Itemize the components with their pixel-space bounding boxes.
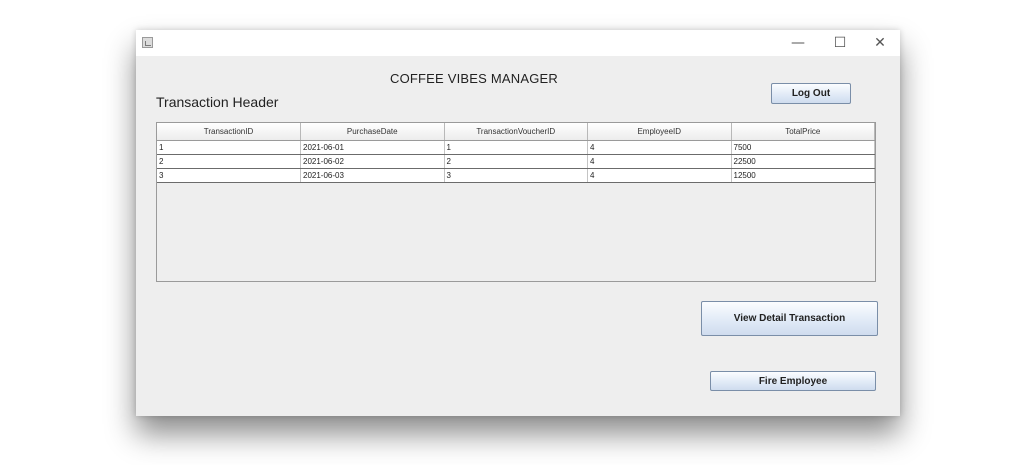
- cell-transactionid[interactable]: 2: [157, 154, 301, 169]
- cell-employeeid[interactable]: 4: [587, 154, 732, 169]
- cell-transactionvoucherid[interactable]: 1: [444, 140, 588, 155]
- app-window: — ☐ ✕ COFFEE VIBES MANAGER Transaction H…: [136, 30, 900, 416]
- java-app-icon: [142, 37, 153, 48]
- close-button[interactable]: ✕: [860, 30, 900, 56]
- table-row[interactable]: 2 2021-06-02 2 4 22500: [157, 154, 875, 169]
- view-detail-transaction-button[interactable]: View Detail Transaction: [701, 301, 878, 336]
- column-header-employeeid[interactable]: EmployeeID: [587, 123, 732, 141]
- column-header-transactionvoucherid[interactable]: TransactionVoucherID: [444, 123, 588, 141]
- cell-purchasedate[interactable]: 2021-06-02: [300, 154, 445, 169]
- table-row[interactable]: 1 2021-06-01 1 4 7500: [157, 140, 875, 155]
- cell-totalprice[interactable]: 7500: [731, 140, 875, 155]
- fire-employee-button[interactable]: Fire Employee: [710, 371, 876, 391]
- cell-purchasedate[interactable]: 2021-06-03: [300, 168, 445, 183]
- transaction-table: TransactionID PurchaseDate TransactionVo…: [157, 123, 875, 183]
- app-title: COFFEE VIBES MANAGER: [390, 71, 558, 86]
- section-title: Transaction Header: [156, 94, 279, 110]
- column-header-transactionid[interactable]: TransactionID: [157, 123, 301, 141]
- title-bar: — ☐ ✕: [136, 30, 900, 56]
- transaction-table-panel: TransactionID PurchaseDate TransactionVo…: [156, 122, 876, 282]
- cell-employeeid[interactable]: 4: [587, 168, 732, 183]
- cell-transactionvoucherid[interactable]: 2: [444, 154, 588, 169]
- cell-totalprice[interactable]: 12500: [731, 168, 875, 183]
- minimize-button[interactable]: —: [778, 30, 818, 56]
- table-row[interactable]: 3 2021-06-03 3 4 12500: [157, 168, 875, 183]
- cell-employeeid[interactable]: 4: [587, 140, 732, 155]
- cell-purchasedate[interactable]: 2021-06-01: [300, 140, 445, 155]
- cell-transactionid[interactable]: 1: [157, 140, 301, 155]
- maximize-button[interactable]: ☐: [820, 30, 860, 56]
- column-header-totalprice[interactable]: TotalPrice: [731, 123, 875, 141]
- cell-transactionid[interactable]: 3: [157, 168, 301, 183]
- table-header-row: TransactionID PurchaseDate TransactionVo…: [157, 123, 875, 141]
- column-header-purchasedate[interactable]: PurchaseDate: [300, 123, 445, 141]
- cell-transactionvoucherid[interactable]: 3: [444, 168, 588, 183]
- cell-totalprice[interactable]: 22500: [731, 154, 875, 169]
- logout-button[interactable]: Log Out: [771, 83, 851, 104]
